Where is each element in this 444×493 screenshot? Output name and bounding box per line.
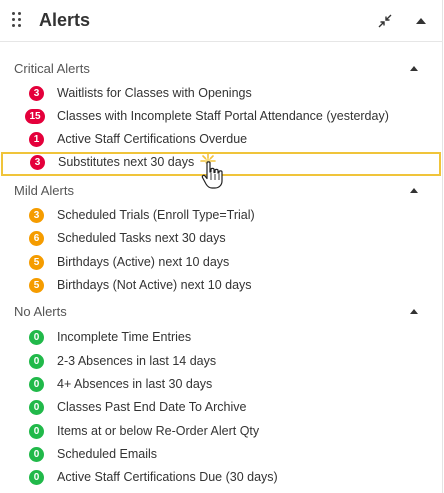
alert-row[interactable]: 0 2-3 Absences in last 14 days	[0, 351, 443, 374]
alert-count-badge: 0	[29, 354, 44, 369]
alert-label: 4+ Absences in last 30 days	[57, 377, 213, 391]
drag-handle-icon[interactable]	[12, 12, 24, 30]
alert-label: Scheduled Tasks next 30 days	[57, 231, 226, 245]
alert-row[interactable]: 0 Items at or below Re-Order Alert Qty	[0, 421, 443, 444]
alert-label: Classes with Incomplete Staff Portal Att…	[57, 109, 389, 123]
alert-label: Birthdays (Not Active) next 10 days	[57, 278, 252, 292]
alert-count-badge: 0	[29, 447, 44, 462]
collapse-arrows-icon[interactable]	[375, 11, 395, 31]
alert-count-badge: 0	[29, 424, 44, 439]
section-collapse-mild-icon[interactable]	[407, 183, 421, 197]
alert-count-badge: 0	[29, 330, 44, 345]
alert-count-badge: 3	[29, 86, 44, 101]
alert-label: Waitlists for Classes with Openings	[57, 86, 252, 100]
alert-row[interactable]: 3 Waitlists for Classes with Openings	[0, 83, 443, 106]
section-collapse-critical-icon[interactable]	[407, 61, 421, 75]
alert-count-badge: 6	[29, 231, 44, 246]
alert-count-badge: 3	[29, 208, 44, 223]
alert-count-badge: 15	[25, 109, 45, 124]
hand-pointer-cursor-icon	[198, 152, 232, 192]
panel-header: Alerts	[0, 0, 443, 42]
alert-row[interactable]: 0 Incomplete Time Entries	[0, 327, 443, 350]
alert-label: Items at or below Re-Order Alert Qty	[57, 424, 260, 438]
section-title-mild: Mild Alerts	[14, 183, 74, 198]
alert-row[interactable]: 15 Classes with Incomplete Staff Portal …	[0, 106, 443, 129]
alert-label: Substitutes next 30 days	[58, 155, 195, 169]
alert-label: Scheduled Emails	[57, 447, 158, 461]
alert-row[interactable]: 6 Scheduled Tasks next 30 days	[0, 228, 443, 251]
alert-label: Scheduled Trials (Enroll Type=Trial)	[57, 208, 255, 222]
alert-count-badge: 0	[29, 400, 44, 415]
section-title-critical: Critical Alerts	[14, 61, 90, 76]
alert-row[interactable]: 1 Active Staff Certifications Overdue	[0, 129, 443, 152]
alert-label: Active Staff Certifications Overdue	[57, 132, 248, 146]
alert-row[interactable]: 0 Classes Past End Date To Archive	[0, 397, 443, 420]
alert-label: 2-3 Absences in last 14 days	[57, 354, 217, 368]
alert-row[interactable]: 5 Birthdays (Active) next 10 days	[0, 252, 443, 275]
alert-row[interactable]: 3 Scheduled Trials (Enroll Type=Trial)	[0, 205, 443, 228]
alerts-panel: Alerts Critical Alerts 3 Waitlists for C…	[0, 0, 443, 493]
alert-count-badge: 5	[29, 278, 44, 293]
panel-title: Alerts	[39, 10, 91, 30]
section-title-none: No Alerts	[14, 304, 67, 319]
section-collapse-none-icon[interactable]	[407, 304, 421, 318]
alert-count-badge: 3	[30, 155, 45, 170]
alert-label: Active Staff Certifications Due (30 days…	[57, 470, 278, 484]
alert-count-badge: 0	[29, 377, 44, 392]
alert-count-badge: 1	[29, 132, 44, 147]
alert-count-badge: 5	[29, 255, 44, 270]
alert-row[interactable]: 0 Scheduled Emails	[0, 444, 443, 467]
alert-row[interactable]: 0 Active Staff Certifications Due (30 da…	[0, 467, 443, 490]
alert-label: Incomplete Time Entries	[57, 330, 192, 344]
alert-count-badge: 0	[29, 470, 44, 485]
alert-row[interactable]: 5 Birthdays (Not Active) next 10 days	[0, 275, 443, 298]
panel-collapse-caret-icon[interactable]	[411, 11, 431, 31]
alert-row[interactable]: 0 4+ Absences in last 30 days	[0, 374, 443, 397]
alert-label: Classes Past End Date To Archive	[57, 400, 247, 414]
alert-label: Birthdays (Active) next 10 days	[57, 255, 230, 269]
